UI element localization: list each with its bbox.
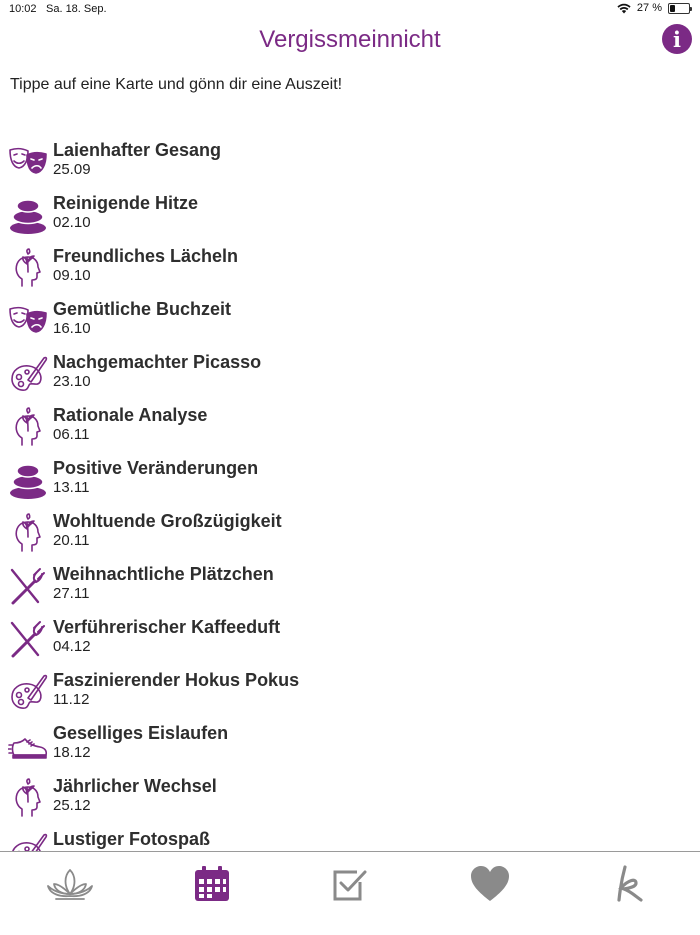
paint-palette-icon xyxy=(8,831,48,851)
tab-calendar[interactable] xyxy=(184,862,240,906)
list-item[interactable]: Reinigende Hitze 02.10 xyxy=(0,189,700,242)
item-title: Freundliches Lächeln xyxy=(53,246,239,266)
tab-bar xyxy=(0,851,700,935)
tab-lotus[interactable] xyxy=(42,862,98,906)
status-bar: 10:02 Sa. 18. Sep. 27 % xyxy=(0,0,700,20)
paint-palette-icon xyxy=(8,354,48,394)
head-sprout-icon xyxy=(8,778,48,818)
spa-stones-icon xyxy=(8,195,48,235)
theater-masks-icon xyxy=(8,301,48,341)
list-item[interactable]: Lustiger Fotospaß01.01 xyxy=(0,825,700,851)
item-title: Jährlicher Wechsel xyxy=(53,776,217,796)
list-item[interactable]: Faszinierender Hokus Pokus 11.12 xyxy=(0,666,700,719)
header: Vergissmeinnicht i xyxy=(0,20,700,64)
k-logo-icon xyxy=(617,865,643,902)
item-title: Weihnachtliche Plätzchen xyxy=(53,564,274,584)
item-date: 09.10 xyxy=(53,267,91,284)
list-item[interactable]: Weihnachtliche Plätzchen 27.11 xyxy=(0,560,700,613)
info-icon: i xyxy=(673,26,681,52)
item-title: Laienhafter Gesang xyxy=(53,140,222,160)
item-date: 11.12 xyxy=(53,691,90,708)
item-date: 02.10 xyxy=(53,214,91,231)
item-title: Reinigende Hitze xyxy=(53,193,199,213)
list-item[interactable]: Nachgemachter Picasso 23.10 xyxy=(0,348,700,401)
item-date: 23.10 xyxy=(53,373,91,390)
spa-stones-icon xyxy=(8,460,48,500)
list-item[interactable]: Gemütliche Buchzeit 16.10 xyxy=(0,295,700,348)
lotus-icon xyxy=(47,869,93,900)
item-title: Geselliges Eislaufen xyxy=(53,723,229,743)
battery-percent: 27 % xyxy=(636,2,662,14)
item-date: 04.12 xyxy=(53,638,91,655)
head-sprout-icon xyxy=(8,407,48,447)
item-date: 18.12 xyxy=(53,744,91,761)
paint-palette-icon xyxy=(8,672,48,712)
item-title: Rationale Analyse xyxy=(53,405,208,425)
list-item[interactable]: Laienhafter Gesang 25.09 xyxy=(0,136,700,189)
info-button[interactable]: i xyxy=(662,24,692,54)
tab-k-logo[interactable] xyxy=(602,862,658,906)
checkbox-icon xyxy=(333,870,367,901)
item-title: Positive Veränderungen xyxy=(53,458,259,478)
list-item[interactable]: Wohltuende Großzügigkeit 20.11 xyxy=(0,507,700,560)
item-date: 25.09 xyxy=(53,161,91,178)
sneaker-icon xyxy=(8,725,48,765)
item-title: Wohltuende Großzügigkeit xyxy=(53,511,282,531)
list-item[interactable]: Positive Veränderungen 13.11 xyxy=(0,454,700,507)
item-title: Verführerischer Kaffeeduft xyxy=(53,617,281,637)
list-item[interactable]: Verführerischer Kaffeeduft 04.12 xyxy=(0,613,700,666)
fork-spoon-icon xyxy=(8,566,48,606)
head-sprout-icon xyxy=(8,513,48,553)
list-item[interactable]: Rationale Analyse 06.11 xyxy=(0,401,700,454)
item-title: Lustiger Fotospaß xyxy=(53,829,210,849)
status-date: Sa. 18. Sep. xyxy=(46,3,107,15)
tab-checklist[interactable] xyxy=(322,862,378,906)
card-list[interactable]: Laienhafter Gesang 25.09 Reinigende Hitze 0… xyxy=(0,136,700,851)
fork-spoon-icon xyxy=(8,619,48,659)
status-time: 10:02 xyxy=(9,3,37,15)
list-item[interactable]: Jährlicher Wechsel 25.12 xyxy=(0,772,700,825)
item-date: 20.11 xyxy=(53,532,90,549)
item-date: 13.11 xyxy=(53,479,90,496)
item-date: 06.11 xyxy=(53,426,90,443)
item-date: 16.10 xyxy=(53,320,91,337)
item-date: 27.11 xyxy=(53,585,90,602)
list-item[interactable]: Freundliches Lächeln 09.10 xyxy=(0,242,700,295)
page-title: Vergissmeinnicht xyxy=(259,26,441,53)
head-sprout-icon xyxy=(8,248,48,288)
tab-favorites[interactable] xyxy=(462,862,518,906)
item-title: Gemütliche Buchzeit xyxy=(53,299,232,319)
theater-masks-icon xyxy=(8,142,48,182)
calendar-icon xyxy=(195,866,229,901)
item-title: Faszinierender Hokus Pokus xyxy=(53,670,300,690)
list-item[interactable]: Geselliges Eislaufen 18.12 xyxy=(0,719,700,772)
status-right: 27 % xyxy=(617,2,692,14)
item-title: Nachgemachter Picasso xyxy=(53,352,262,372)
wifi-icon xyxy=(617,3,631,13)
item-date: 25.12 xyxy=(53,797,91,814)
instruction-text: Tippe auf eine Karte und gönn dir eine A… xyxy=(10,76,343,93)
heart-icon xyxy=(471,866,509,901)
battery-icon xyxy=(668,2,692,14)
